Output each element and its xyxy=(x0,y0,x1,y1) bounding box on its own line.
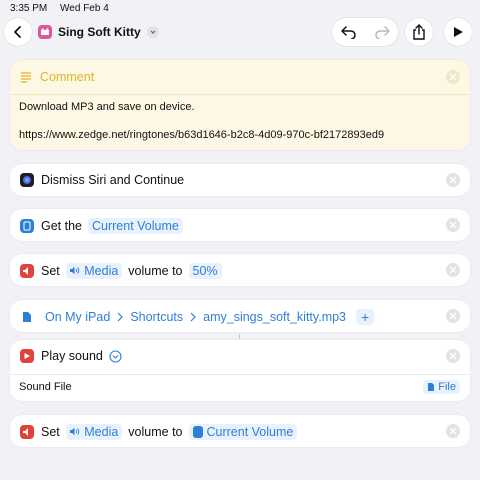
volume-to-label: volume to xyxy=(128,425,183,439)
get-volume-action[interactable]: Get the Current Volume xyxy=(10,209,470,241)
current-volume-variable[interactable]: Current Volume xyxy=(188,424,298,440)
set-volume-action[interactable]: Set Media volume to 50% xyxy=(10,254,470,286)
remove-action-button[interactable] xyxy=(446,349,460,363)
siri-icon xyxy=(20,173,34,187)
speaker-icon xyxy=(20,264,34,278)
chevron-down-icon xyxy=(146,26,159,38)
sound-file-param-value[interactable]: File xyxy=(423,380,460,394)
current-volume-variable[interactable]: Current Volume xyxy=(88,218,183,234)
add-path-button[interactable]: + xyxy=(356,309,375,325)
shortcut-cat-icon xyxy=(38,25,52,39)
media-parameter[interactable]: Media xyxy=(65,263,123,279)
sound-file-value-label: File xyxy=(438,381,456,393)
volume-value[interactable]: 50% xyxy=(188,263,222,279)
undo-redo-group xyxy=(332,18,398,46)
play-sound-icon xyxy=(20,349,34,363)
dismiss-siri-action[interactable]: Dismiss Siri and Continue xyxy=(10,164,470,196)
chevron-left-icon xyxy=(14,26,21,38)
speaker-wave-icon xyxy=(69,427,80,436)
file-icon xyxy=(428,383,435,391)
current-volume-label: Current Volume xyxy=(206,425,294,439)
shortcut-title-menu[interactable]: Sing Soft Kitty xyxy=(38,22,159,42)
speaker-icon xyxy=(20,425,34,439)
path-segment-file[interactable]: amy_sings_soft_kitty.mp3 xyxy=(199,309,350,325)
back-button[interactable] xyxy=(4,18,32,46)
connector-line xyxy=(239,334,240,339)
play-sound-label: Play sound xyxy=(41,349,103,363)
remove-action-button[interactable] xyxy=(446,218,460,232)
volume-to-label: volume to xyxy=(128,264,183,278)
close-icon xyxy=(449,352,457,360)
status-time: 3:35 PM xyxy=(10,3,48,14)
share-icon xyxy=(413,24,425,40)
run-button[interactable] xyxy=(444,18,472,46)
remove-action-button[interactable] xyxy=(446,309,460,323)
path-segment-shortcuts[interactable]: Shortcuts xyxy=(126,309,187,325)
remove-action-button[interactable] xyxy=(446,173,460,187)
media-parameter[interactable]: Media xyxy=(65,424,123,440)
device-icon xyxy=(192,426,203,438)
redo-icon xyxy=(374,26,390,39)
path-segment-on-my-ipad[interactable]: On My iPad xyxy=(41,309,114,325)
media-label: Media xyxy=(84,264,119,278)
remove-action-button[interactable] xyxy=(446,263,460,277)
play-sound-action[interactable]: Play sound Sound File File xyxy=(10,340,470,401)
sound-file-param-label: Sound File xyxy=(19,381,72,393)
comment-action[interactable]: Comment Download MP3 and save on device.… xyxy=(10,60,470,150)
comment-lines-icon xyxy=(21,72,31,83)
file-icon xyxy=(20,310,34,324)
file-action[interactable]: On My iPad Shortcuts amy_sings_soft_kitt… xyxy=(10,300,470,332)
share-button[interactable] xyxy=(405,18,433,46)
status-bar: 3:35 PM Wed Feb 4 xyxy=(10,3,119,14)
comment-text-line1[interactable]: Download MP3 and save on device. xyxy=(19,101,195,113)
device-icon xyxy=(20,219,34,233)
page-title: Sing Soft Kitty xyxy=(58,25,141,39)
close-icon xyxy=(449,221,457,229)
play-icon xyxy=(454,27,463,37)
close-icon xyxy=(449,427,457,435)
chevron-circle-down-icon xyxy=(109,349,122,363)
parameter-divider xyxy=(10,374,470,375)
status-date: Wed Feb 4 xyxy=(60,3,109,14)
path-separator-icon xyxy=(117,312,124,322)
close-icon xyxy=(449,266,457,274)
set-label: Set xyxy=(41,425,60,439)
path-separator-icon xyxy=(190,312,196,322)
set-label: Set xyxy=(41,264,60,278)
restore-volume-action[interactable]: Set Media volume to Current Volume xyxy=(10,415,470,447)
expand-parameters-button[interactable] xyxy=(109,349,122,363)
speaker-wave-icon xyxy=(69,266,80,275)
redo-button[interactable] xyxy=(365,25,398,39)
close-icon xyxy=(449,73,457,81)
comment-text-line2[interactable]: https://www.zedge.net/ringtones/b63d1646… xyxy=(19,129,384,141)
remove-action-button[interactable] xyxy=(446,424,460,438)
dismiss-siri-label: Dismiss Siri and Continue xyxy=(41,173,185,187)
undo-button[interactable] xyxy=(332,25,365,39)
close-icon xyxy=(449,176,457,184)
remove-comment-button[interactable] xyxy=(446,70,460,84)
undo-icon xyxy=(340,26,356,39)
media-label: Media xyxy=(84,425,119,439)
close-icon xyxy=(449,312,457,320)
get-label: Get the xyxy=(41,219,82,233)
comment-title: Comment xyxy=(40,70,95,84)
